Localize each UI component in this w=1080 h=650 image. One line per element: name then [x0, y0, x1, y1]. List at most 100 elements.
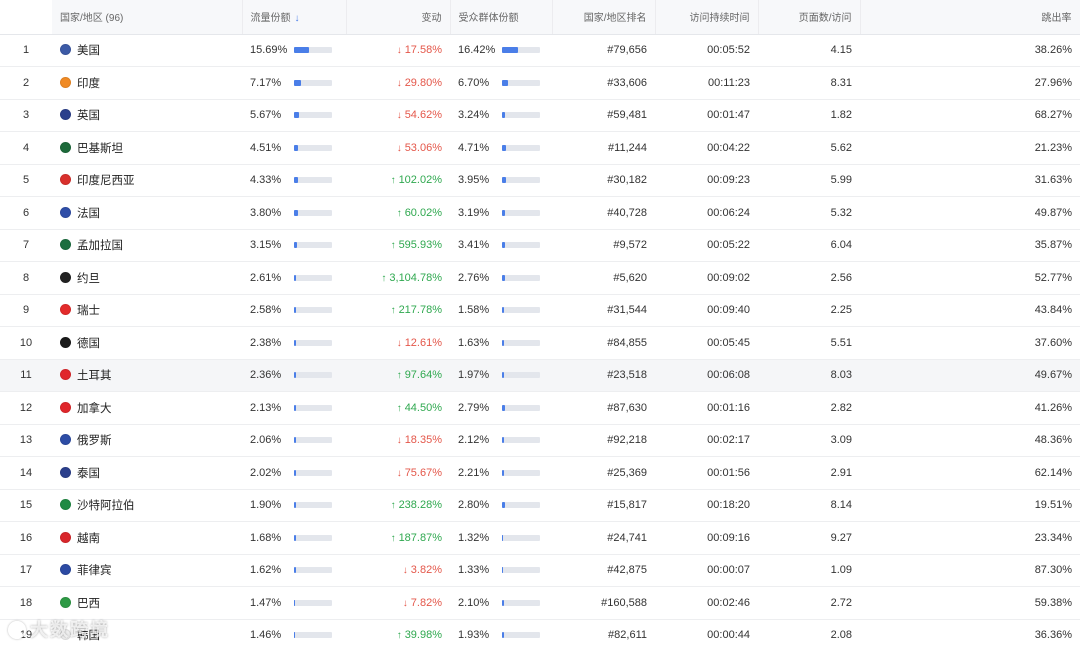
audience-share-bar-fill — [502, 112, 506, 119]
header-change[interactable]: 变动 — [346, 0, 451, 35]
header-audience-share[interactable]: 受众群体份额 — [450, 0, 553, 35]
traffic-share-cell: 1.90% — [242, 489, 346, 522]
country-cell[interactable]: 泰国 — [52, 456, 242, 490]
country-name[interactable]: 俄罗斯 — [77, 435, 112, 447]
country-cell[interactable]: 印度 — [52, 66, 242, 100]
country-name[interactable]: 越南 — [77, 533, 100, 545]
audience-share-wrap: 1.32% — [458, 532, 544, 544]
table-row[interactable]: 17 菲律宾 1.62% ↓ 3.82% 1.33% #42,875 00:00:07 1.09… — [0, 554, 1080, 587]
country-cell[interactable]: 菲律宾 — [52, 554, 242, 587]
change-cell: ↑ 102.02% — [346, 164, 450, 197]
traffic-share-bar — [294, 599, 332, 606]
change-cell: ↑ 238.28% — [346, 489, 450, 522]
country-name[interactable]: 沙特阿拉伯 — [77, 500, 135, 512]
country-cell[interactable]: 美国 — [52, 34, 242, 67]
country-cell[interactable]: 德国 — [52, 326, 242, 360]
country-name[interactable]: 法国 — [77, 208, 100, 220]
pages-per-visit: 1.09 — [758, 554, 860, 587]
country-name[interactable]: 巴基斯坦 — [77, 143, 123, 155]
country-name[interactable]: 印度 — [77, 78, 100, 90]
change-value: 3,104.78% — [389, 271, 442, 284]
traffic-share-cell: 7.17% — [242, 66, 346, 100]
row-index: 9 — [0, 294, 52, 327]
country-name[interactable]: 美国 — [77, 45, 100, 57]
change-cell: ↓ 54.62% — [346, 99, 450, 132]
pages-per-visit: 2.25 — [758, 294, 860, 327]
row-index: 18 — [0, 586, 52, 620]
table-row[interactable]: 1 美国 15.69% ↓ 17.58% 16.42% #79,656 00:05:52 4.1… — [0, 34, 1080, 67]
country-rank: #23,518 — [552, 359, 655, 392]
header-duration[interactable]: 访问持续时间 — [655, 0, 759, 35]
country-name[interactable]: 德国 — [77, 338, 100, 350]
table-row[interactable]: 6 法国 3.80% ↑ 60.02% 3.19% #40,728 00:06:24 5.32 4… — [0, 196, 1080, 230]
traffic-share-value: 1.90% — [250, 499, 282, 512]
header-bounce[interactable]: 跳出率 — [860, 0, 1080, 35]
table-row[interactable]: 9 瑞士 2.58% ↑ 217.78% 1.58% #31,544 00:09:40 2.25… — [0, 294, 1080, 327]
row-index: 2 — [0, 66, 52, 100]
country-cell[interactable]: 印度尼西亚 — [52, 164, 242, 197]
table-row[interactable]: 18 巴西 1.47% ↓ 7.82% 2.10% #160,588 00:02:46 2.72… — [0, 586, 1080, 620]
audience-share-cell: 1.63% — [450, 326, 552, 360]
table-row[interactable]: 8 约旦 2.61% ↑ 3,104.78% 2.76% #5,620 00:09:02 2.5… — [0, 261, 1080, 295]
country-name[interactable]: 泰国 — [77, 468, 100, 480]
country-name[interactable]: 菲律宾 — [77, 565, 112, 577]
country-name[interactable]: 瑞士 — [77, 305, 100, 317]
country-name[interactable]: 印度尼西亚 — [77, 175, 135, 187]
header-pages[interactable]: 页面数/访问 — [758, 0, 861, 35]
visit-duration: 00:04:22 — [655, 131, 758, 165]
country-cell[interactable]: 瑞士 — [52, 294, 242, 327]
table-row[interactable]: 5 印度尼西亚 4.33% ↑ 102.02% 3.95% #30,182 00:09:23 5… — [0, 164, 1080, 197]
table-row[interactable]: 13 俄罗斯 2.06% ↓ 18.35% 2.12% #92,218 00:02:17 3.0… — [0, 424, 1080, 457]
traffic-share-bar — [294, 79, 332, 86]
country-flag-icon — [60, 271, 71, 283]
arrow-up-icon: ↑ — [396, 630, 402, 642]
country-cell[interactable]: 法国 — [52, 196, 242, 230]
country-name[interactable]: 巴西 — [77, 598, 100, 610]
visit-duration: 00:02:17 — [655, 424, 758, 457]
table-row[interactable]: 10 德国 2.38% ↓ 12.61% 1.63% #84,855 00:05:45 5.51… — [0, 326, 1080, 360]
table-row[interactable]: 14 泰国 2.02% ↓ 75.67% 2.21% #25,369 00:01:56 2.91… — [0, 456, 1080, 490]
traffic-share-wrap: 4.33% — [250, 174, 338, 186]
bounce-rate: 38.26% — [860, 34, 1080, 67]
country-name[interactable]: 加拿大 — [77, 403, 112, 415]
country-cell[interactable]: 加拿大 — [52, 391, 242, 425]
table-row[interactable]: 3 英国 5.67% ↓ 54.62% 3.24% #59,481 00:01:47 1.82 6… — [0, 99, 1080, 132]
header-rank[interactable]: 国家/地区排名 — [552, 0, 656, 35]
country-cell[interactable]: 英国 — [52, 99, 242, 132]
country-cell[interactable]: 巴基斯坦 — [52, 131, 242, 165]
table-row[interactable]: 19 韩国 1.46% ↑ 39.98% 1.93% #82,611 00:00:44 2.08… — [0, 619, 1080, 650]
country-flag-icon — [60, 206, 71, 218]
country-name[interactable]: 约旦 — [77, 273, 100, 285]
bounce-rate: 52.77% — [860, 261, 1080, 295]
arrow-up-icon: ↑ — [381, 272, 387, 284]
bounce-rate: 68.27% — [860, 99, 1080, 132]
traffic-share-bar — [294, 144, 332, 151]
country-name[interactable]: 英国 — [77, 110, 100, 122]
header-traffic-share[interactable]: 流量份额 ↓ — [242, 0, 347, 35]
country-flag-icon — [60, 466, 71, 478]
pages-per-visit: 5.32 — [758, 196, 860, 230]
table-row[interactable]: 2 印度 7.17% ↓ 29.80% 6.70% #33,606 00:11:23 8.31 2… — [0, 66, 1080, 100]
table-row[interactable]: 16 越南 1.68% ↑ 187.87% 1.32% #24,741 00:09:16 9.2… — [0, 521, 1080, 555]
traffic-share-cell: 2.38% — [242, 326, 346, 360]
table-row[interactable]: 11 土耳其 2.36% ↑ 97.64% 1.97% #23,518 00:06:08 8.0… — [0, 359, 1080, 392]
sort-down-icon[interactable]: ↓ — [295, 13, 300, 24]
country-cell[interactable]: 土耳其 — [52, 359, 242, 392]
country-name[interactable]: 土耳其 — [77, 370, 112, 382]
row-index: 1 — [0, 34, 52, 67]
header-country[interactable]: 国家/地区 (96) — [52, 0, 243, 35]
country-cell[interactable]: 约旦 — [52, 261, 242, 295]
country-cell[interactable]: 越南 — [52, 521, 242, 555]
table-row[interactable]: 7 孟加拉国 3.15% ↑ 595.93% 3.41% #9,572 00:05:22 6.0… — [0, 229, 1080, 262]
row-index: 4 — [0, 131, 52, 165]
change-value: 54.62% — [404, 109, 442, 122]
audience-share-value: 3.41% — [458, 239, 490, 252]
table-row[interactable]: 15 沙特阿拉伯 1.90% ↑ 238.28% 2.80% #15,817 00:18:20… — [0, 489, 1080, 522]
table-row[interactable]: 4 巴基斯坦 4.51% ↓ 53.06% 4.71% #11,244 00:04:22 5.6… — [0, 131, 1080, 165]
country-cell[interactable]: 巴西 — [52, 586, 242, 620]
country-name[interactable]: 孟加拉国 — [77, 240, 123, 252]
country-cell[interactable]: 沙特阿拉伯 — [52, 489, 242, 522]
country-cell[interactable]: 孟加拉国 — [52, 229, 242, 262]
country-cell[interactable]: 俄罗斯 — [52, 424, 242, 457]
table-row[interactable]: 12 加拿大 2.13% ↑ 44.50% 2.79% #87,630 00:01:16 2.8… — [0, 391, 1080, 425]
